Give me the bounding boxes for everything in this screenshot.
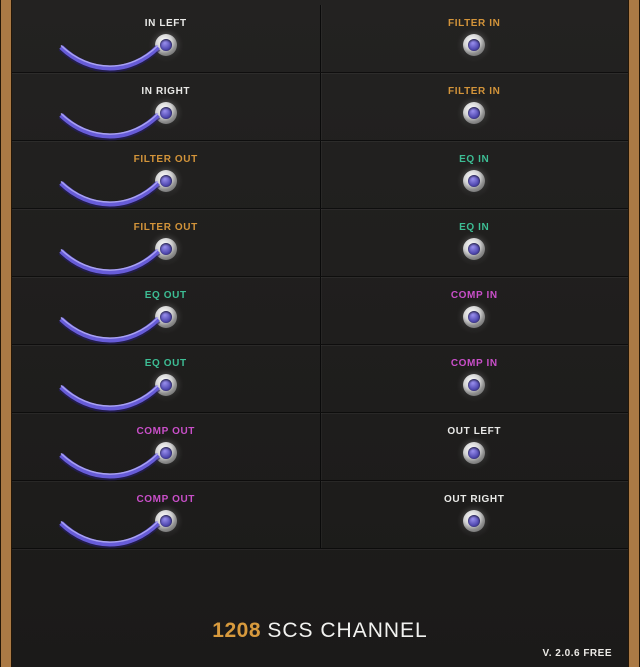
socket-label: EQ OUT xyxy=(144,358,187,369)
jack-socket[interactable] xyxy=(463,34,486,56)
patch-row-5: EQ OUT COMP IN xyxy=(12,277,628,345)
jack-socket[interactable] xyxy=(463,510,486,532)
patch-row-8: COMP OUT OUT RIGHT xyxy=(12,481,628,549)
socket-label: IN LEFT xyxy=(144,18,187,29)
socket-label: FILTER OUT xyxy=(133,222,198,233)
jack-socket[interactable] xyxy=(463,442,486,464)
patch-cable[interactable] xyxy=(46,519,172,557)
socket-label: COMP OUT xyxy=(136,426,195,437)
socket-label: IN RIGHT xyxy=(141,86,191,97)
socket-label: FILTER IN xyxy=(448,18,501,29)
plugin-branding: 1208 SCS CHANNEL xyxy=(212,619,428,642)
jack-socket[interactable] xyxy=(463,238,486,260)
socket-label: FILTER IN xyxy=(448,86,501,97)
socket-label: COMP OUT xyxy=(136,494,195,505)
patch-row-2: IN RIGHT FILTER IN xyxy=(12,73,628,141)
patch-row-1: IN LEFT FILTER IN xyxy=(12,5,628,73)
jack-socket[interactable] xyxy=(463,102,486,124)
jack-socket[interactable] xyxy=(463,374,486,396)
patchbay: IN LEFT FILTER IN IN RIGHT FILTER IN FIL… xyxy=(12,0,628,667)
socket-label: OUT LEFT xyxy=(447,426,502,437)
socket-label: FILTER OUT xyxy=(133,154,198,165)
socket-label: COMP IN xyxy=(450,358,498,369)
patch-row-6: EQ OUT COMP IN xyxy=(12,345,628,413)
plugin-window: 1208 EQUALIZER ON 1208 COMPRESSOR ON 120… xyxy=(0,0,640,667)
socket-label: EQ IN xyxy=(459,154,490,165)
socket-label: OUT RIGHT xyxy=(444,494,505,505)
wood-rail-left xyxy=(0,0,12,667)
patch-row-3: FILTER OUT EQ IN xyxy=(12,141,628,209)
wood-rail-right xyxy=(628,0,640,667)
patch-row-4: FILTER OUT EQ IN xyxy=(12,209,628,277)
version-label: V. 2.0.6 FREE xyxy=(542,648,612,659)
jack-socket[interactable] xyxy=(463,306,486,328)
socket-label: COMP IN xyxy=(450,290,498,301)
patch-row-7: COMP OUT OUT LEFT xyxy=(12,413,628,481)
socket-label: EQ OUT xyxy=(144,290,187,301)
plug-matrix-panel: IN LEFT FILTER IN IN RIGHT FILTER IN FIL… xyxy=(0,0,640,667)
socket-label: EQ IN xyxy=(459,222,490,233)
jack-socket[interactable] xyxy=(463,170,486,192)
